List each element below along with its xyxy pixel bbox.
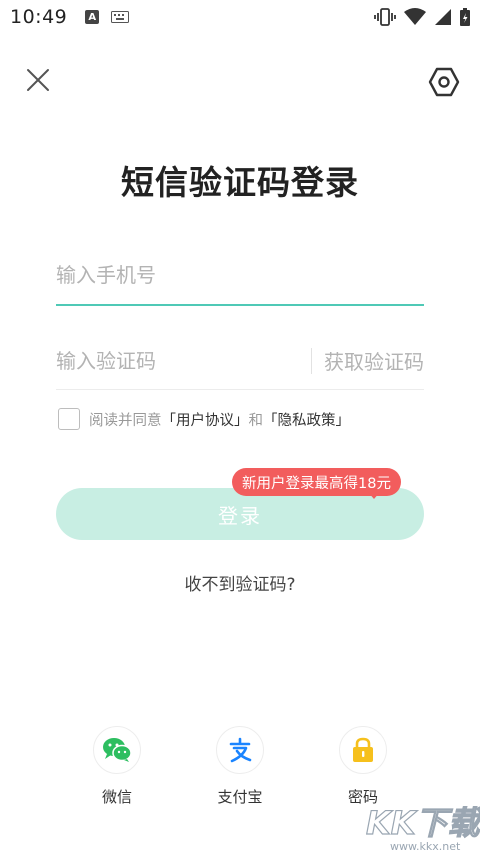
code-divider bbox=[311, 347, 312, 374]
svg-text:KK下载: KK下载 bbox=[366, 804, 480, 842]
signal-icon bbox=[435, 9, 451, 25]
promo-badge-tail bbox=[368, 492, 380, 499]
privacy-policy-link[interactable]: 「隐私政策」 bbox=[263, 409, 350, 430]
status-bar: 10:49 A bbox=[0, 0, 480, 34]
kk-logo-icon: KK下载 www.kkx.net bbox=[365, 803, 480, 853]
wechat-circle bbox=[93, 726, 141, 774]
alipay-circle bbox=[216, 726, 264, 774]
battery-icon bbox=[460, 8, 470, 26]
wechat-label: 微信 bbox=[101, 788, 132, 806]
watermark-url: www.kkx.net bbox=[390, 840, 461, 853]
keyboard-icon bbox=[111, 11, 130, 23]
notification-a-icon: A bbox=[85, 10, 100, 24]
wifi-icon bbox=[404, 8, 426, 25]
settings-icon bbox=[428, 67, 460, 97]
agreement-and: 和 bbox=[248, 412, 264, 429]
user-agreement-link[interactable]: 「用户协议」 bbox=[162, 409, 249, 430]
code-field-wrapper: 获取验证码 bbox=[56, 332, 424, 390]
get-code-button[interactable]: 获取验证码 bbox=[324, 346, 424, 375]
password-circle bbox=[339, 726, 387, 774]
lock-icon bbox=[353, 737, 373, 762]
alipay-icon bbox=[229, 737, 252, 763]
login-screen: 10:49 A 短信验证码登录 输入手机号 输入验证码 获取验证码 阅读并同意 … bbox=[0, 0, 480, 853]
wechat-icon bbox=[103, 738, 132, 762]
alipay-label: 支付宝 bbox=[217, 788, 263, 806]
status-time: 10:49 bbox=[10, 6, 68, 28]
vibrate-icon bbox=[374, 8, 396, 26]
close-button[interactable] bbox=[22, 64, 54, 96]
settings-button[interactable] bbox=[426, 64, 462, 100]
agreement-prefix: 阅读并同意 bbox=[89, 412, 162, 429]
wechat-login[interactable]: 微信 bbox=[72, 726, 162, 807]
close-icon bbox=[27, 69, 49, 91]
phone-input[interactable] bbox=[56, 250, 424, 300]
phone-field-wrapper bbox=[56, 250, 424, 306]
password-login[interactable]: 密码 bbox=[318, 726, 408, 807]
status-icons bbox=[374, 8, 470, 26]
alipay-login[interactable]: 支付宝 bbox=[195, 726, 285, 807]
kk-watermark: KK下载 www.kkx.net bbox=[364, 800, 480, 853]
agreement-row: 阅读并同意 「用户协议」 和 「隐私政策」 bbox=[58, 408, 350, 430]
no-code-link[interactable]: 收不到验证码? bbox=[0, 570, 480, 595]
verification-code-input[interactable] bbox=[56, 335, 311, 386]
page-title: 短信验证码登录 bbox=[121, 163, 359, 202]
agreement-checkbox[interactable] bbox=[58, 408, 80, 430]
